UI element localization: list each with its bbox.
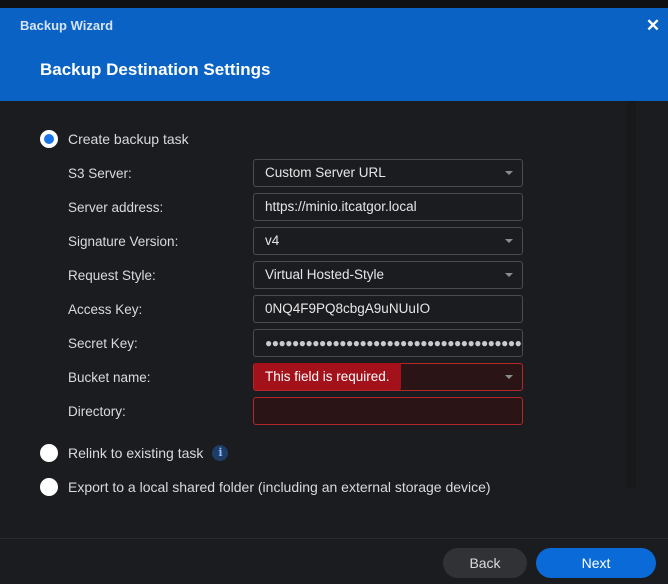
chevron-down-icon — [505, 375, 513, 379]
request-style-value: Virtual Hosted-Style — [265, 267, 385, 282]
page-title: Backup Destination Settings — [40, 60, 271, 79]
window-top-strip — [0, 0, 668, 8]
export-local-folder-radio[interactable] — [40, 478, 58, 496]
window-title: Backup Wizard — [20, 18, 114, 33]
bucket-name-label: Bucket name: — [68, 370, 151, 385]
signature-version-select[interactable]: v4 — [253, 227, 523, 255]
directory-input[interactable] — [253, 397, 523, 425]
close-icon[interactable]: ✕ — [644, 17, 662, 35]
wizard-header: Backup Wizard ✕ Backup Destination Setti… — [0, 8, 668, 101]
s3-server-value: Custom Server URL — [265, 165, 386, 180]
next-button[interactable]: Next — [536, 548, 656, 578]
relink-existing-task-option[interactable]: Relink to existing task i — [40, 442, 229, 464]
server-address-label: Server address: — [68, 200, 164, 215]
create-backup-task-option[interactable]: Create backup task — [40, 128, 189, 150]
relink-existing-task-radio[interactable] — [40, 444, 58, 462]
relink-existing-task-label: Relink to existing task — [68, 445, 204, 461]
access-key-label: Access Key: — [68, 302, 143, 317]
chevron-down-icon — [505, 273, 513, 277]
server-address-input[interactable]: https://minio.itcatgor.local — [253, 193, 523, 221]
chevron-down-icon — [505, 171, 513, 175]
request-style-label: Request Style: — [68, 268, 156, 283]
back-button[interactable]: Back — [443, 548, 527, 578]
field-required-tooltip: This field is required. — [254, 363, 401, 390]
create-backup-task-radio[interactable] — [40, 130, 58, 148]
export-local-folder-option[interactable]: Export to a local shared folder (includi… — [40, 476, 491, 498]
wizard-footer: Back Next — [0, 538, 668, 584]
secret-key-masked-value: ●●●●●●●●●●●●●●●●●●●●●●●●●●●●●●●●●●●●●●● — [265, 336, 523, 350]
directory-label: Directory: — [68, 404, 126, 419]
s3-server-label: S3 Server: — [68, 166, 132, 181]
secret-key-label: Secret Key: — [68, 336, 138, 351]
signature-version-value: v4 — [265, 233, 280, 248]
secret-key-input[interactable]: ●●●●●●●●●●●●●●●●●●●●●●●●●●●●●●●●●●●●●●● — [253, 329, 523, 357]
access-key-value: 0NQ4F9PQ8cbgA9uNUuIO — [265, 301, 431, 316]
scrollbar-track[interactable] — [626, 101, 636, 488]
create-backup-task-label: Create backup task — [68, 131, 189, 147]
s3-server-select[interactable]: Custom Server URL — [253, 159, 523, 187]
request-style-select[interactable]: Virtual Hosted-Style — [253, 261, 523, 289]
access-key-input[interactable]: 0NQ4F9PQ8cbgA9uNUuIO — [253, 295, 523, 323]
chevron-down-icon — [505, 239, 513, 243]
info-icon[interactable]: i — [212, 445, 229, 461]
signature-version-label: Signature Version: — [68, 234, 179, 249]
server-address-value: https://minio.itcatgor.local — [265, 199, 417, 214]
export-local-folder-label: Export to a local shared folder (includi… — [68, 479, 491, 495]
